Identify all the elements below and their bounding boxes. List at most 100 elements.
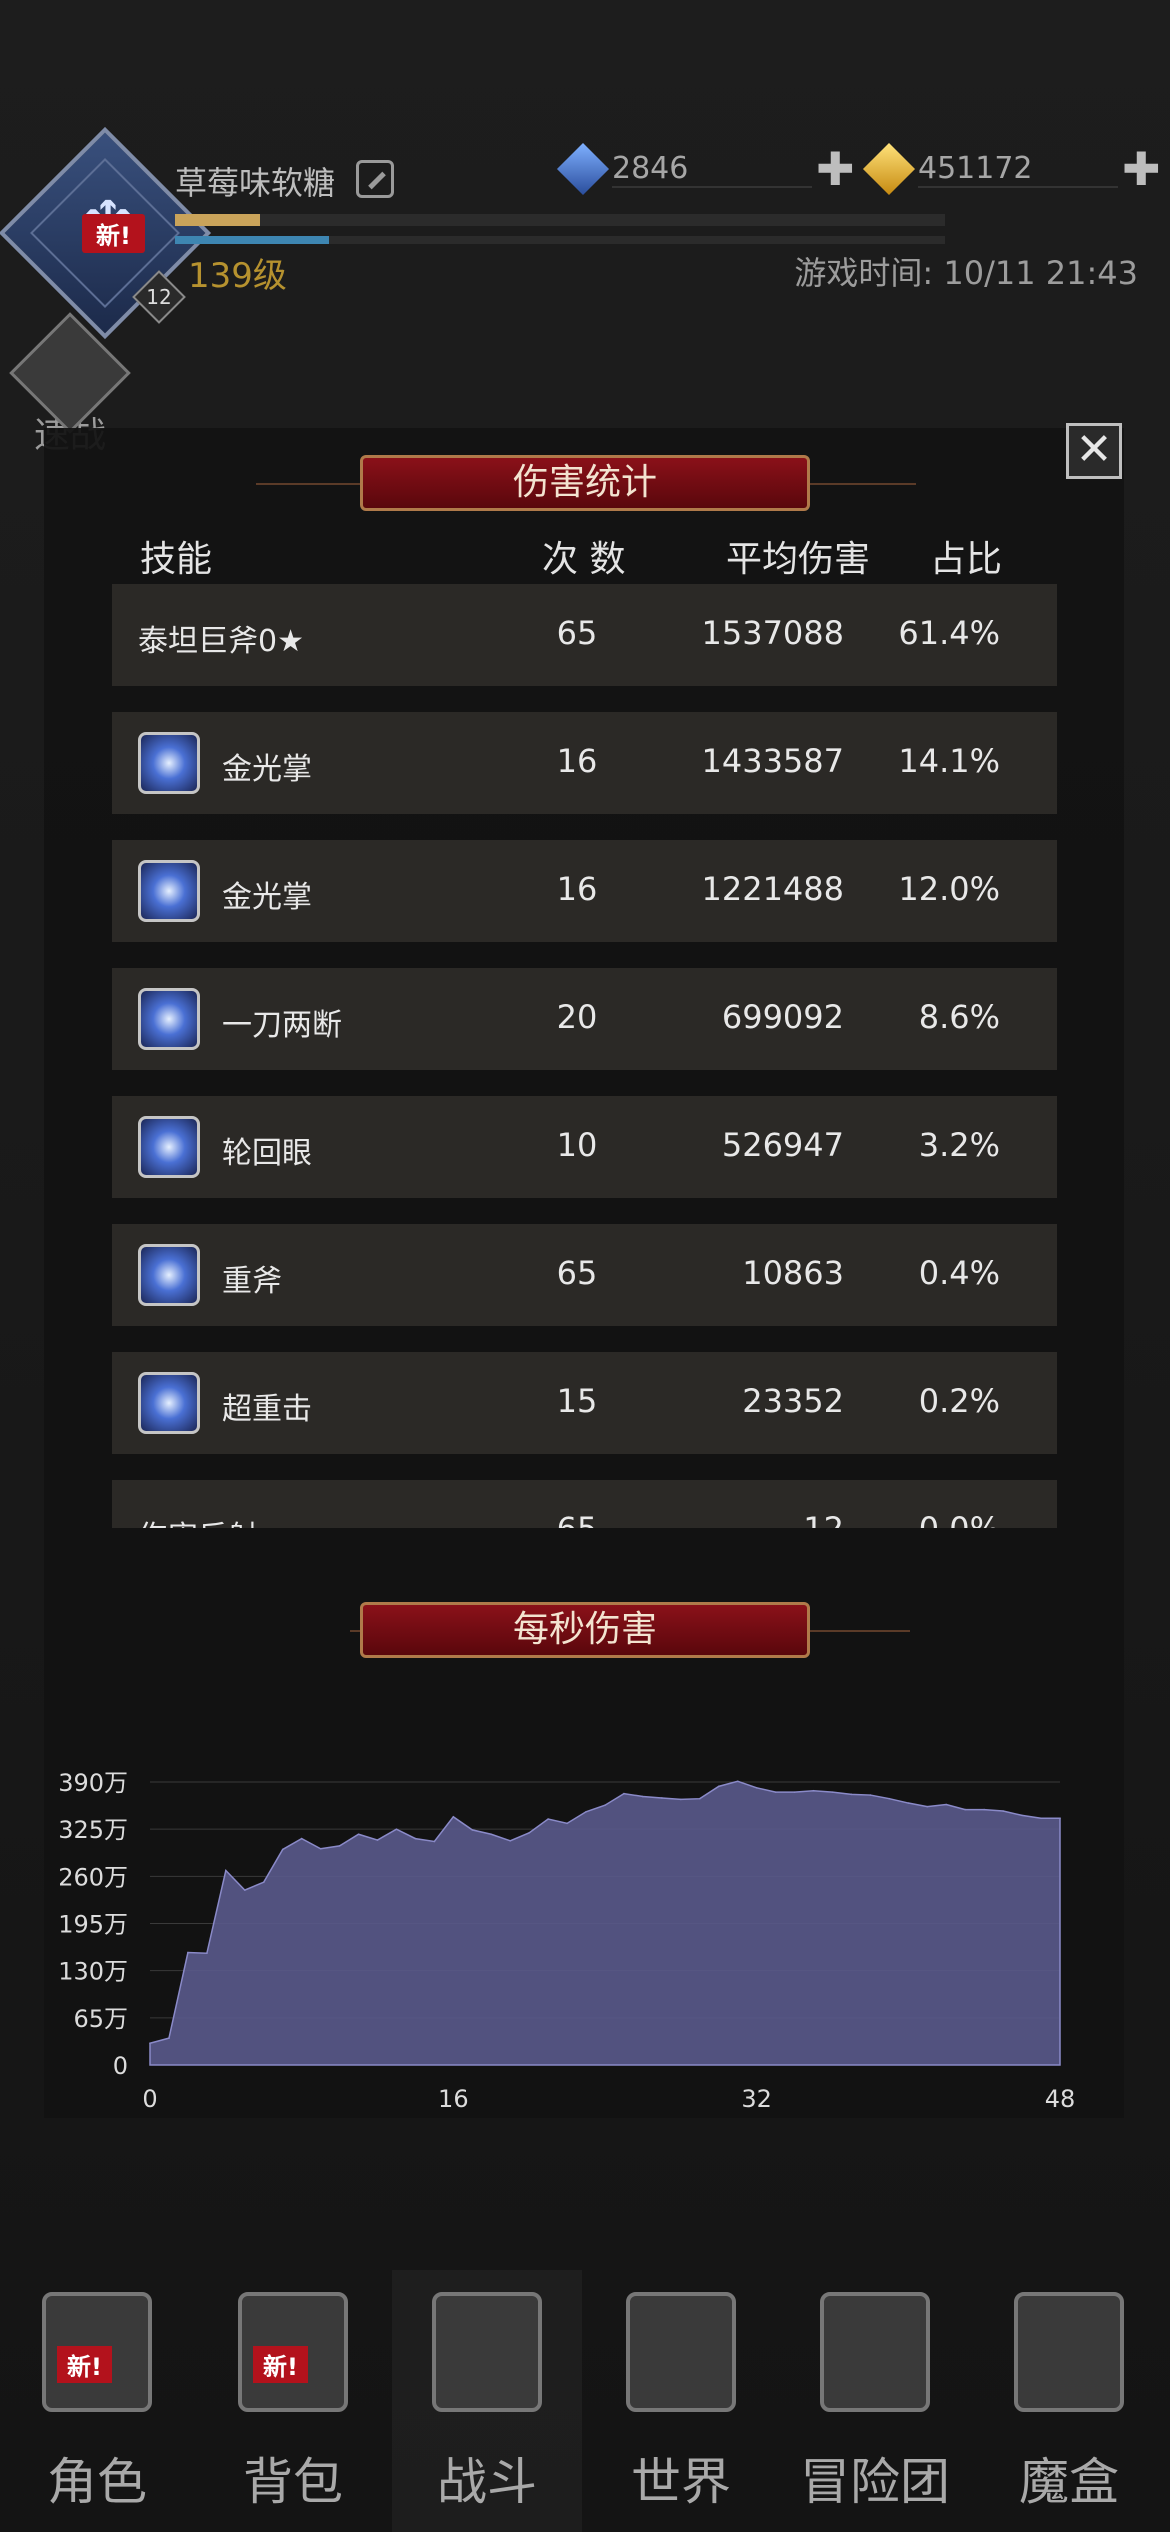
dps-data-point (509, 1839, 512, 1842)
skill-percent: 3.2% (918, 1126, 1000, 1164)
column-skill: 技能 (140, 539, 213, 580)
table-row: 金光掌 16 1221488 12.0% (112, 840, 1057, 942)
nav-backpack[interactable]: 新! 背包 (198, 2270, 388, 2532)
dps-data-point (907, 1802, 910, 1804)
dps-data-point (642, 1795, 644, 1798)
x-tick-label: 32 (741, 2085, 772, 2113)
palm-skill-icon (138, 732, 200, 794)
player-level: 139级 (188, 256, 287, 296)
dps-data-point (680, 1798, 682, 1801)
dps-data-point (831, 1791, 834, 1793)
nav-label: 冒险团 (800, 2453, 950, 2511)
skill-name: 金光掌 (222, 752, 312, 787)
skill-percent: 0.2% (918, 1382, 1000, 1420)
dps-data-point (300, 1837, 303, 1840)
table-row: 伤害反射 65 12 0.0% (112, 1480, 1057, 1528)
x-tick-label: 0 (142, 2085, 157, 2113)
dps-data-point (281, 1848, 284, 1851)
dps-data-point (262, 1881, 265, 1883)
game-time: 游戏时间: 10/11 21:43 (794, 254, 1138, 292)
nav-new-badge: 新! (57, 2346, 112, 2383)
dps-area-series (149, 1780, 1061, 2066)
dps-data-point (452, 1816, 455, 1818)
skill-name: 伤害反射 (138, 1512, 258, 1528)
dps-data-point (964, 1808, 967, 1811)
table-row: 重斧 65 10863 0.4% (112, 1224, 1057, 1326)
nav-adventure-team[interactable]: 冒险团 (780, 2270, 970, 2532)
eye-skill-icon (138, 1116, 200, 1178)
sword-shield-icon (432, 2292, 542, 2412)
skill-avg-damage: 23352 (742, 1382, 844, 1420)
player-name: 草莓味软糖 (175, 164, 336, 202)
table-row: 轮回眼 10 526947 3.2% (112, 1096, 1057, 1198)
skill-percent: 0.0% (872, 1510, 1000, 1528)
nav-new-badge: 新! (253, 2346, 308, 2383)
nav-battle[interactable]: 战斗 (392, 2270, 582, 2532)
mp-bar (175, 236, 945, 244)
x-tick-label: 48 (1045, 2085, 1076, 2113)
nav-world[interactable]: 世界 (586, 2270, 776, 2532)
dps-data-point (945, 1803, 948, 1806)
blue-gem-icon (556, 142, 610, 196)
edit-icon[interactable] (356, 160, 394, 198)
skill-percent: 8.6% (918, 998, 1000, 1036)
close-button[interactable]: ✕ (1066, 423, 1122, 479)
y-tick-label: 195万 (58, 1911, 128, 1939)
dps-data-point (812, 1789, 815, 1792)
skill-count: 20 (556, 998, 598, 1036)
dps-data-point (433, 1840, 436, 1843)
dps-data-point (850, 1793, 853, 1796)
blue-gem-amount: 2846 (612, 151, 812, 188)
skill-avg-damage: 1537088 (701, 614, 844, 652)
dps-data-point (376, 1839, 379, 1841)
skill-percent: 61.4% (898, 614, 1000, 652)
dps-data-point (206, 1952, 208, 1955)
dps-data-point (490, 1833, 493, 1836)
nav-label: 魔盒 (1019, 2453, 1119, 2511)
dps-data-point (698, 1797, 701, 1800)
map-scroll-icon (626, 2292, 736, 2412)
skill-name: 一刀两断 (222, 1008, 342, 1043)
gold-gem-icon (862, 142, 916, 196)
add-gold-gem-button[interactable]: ✚ (1122, 142, 1161, 196)
new-badge: 新! (82, 214, 145, 253)
y-tick-label: 65万 (73, 2005, 128, 2033)
damage-table[interactable]: 泰坦巨斧0★ 65 1537088 61.4% 金光掌 16 1433587 1… (112, 584, 1057, 1528)
dps-data-point (736, 1780, 739, 1783)
dps-data-point (395, 1828, 398, 1830)
dps-chart: 0 65万 130万 195万 260万 325万 390万 0 16 32 48 (0, 1740, 1170, 2120)
bottom-nav: 新! 角色 新! 背包 战斗 世界 冒险团 魔盒 (0, 2270, 1170, 2532)
damage-stats-title: 伤害统计 (360, 455, 810, 511)
nav-magic-box[interactable]: 魔盒 (974, 2270, 1164, 2532)
dps-data-point (547, 1818, 549, 1820)
dps-data-point (528, 1831, 530, 1834)
add-blue-gem-button[interactable]: ✚ (816, 142, 855, 196)
dps-data-point (661, 1797, 663, 1799)
dps-data-point (585, 1810, 587, 1813)
y-tick-label: 130万 (58, 1958, 128, 1986)
y-tick-label: 325万 (58, 1816, 128, 1844)
dps-data-point (471, 1829, 474, 1831)
castle-icon (820, 2292, 930, 2412)
dps-data-point (926, 1805, 929, 1808)
dps-chart-svg: 0 65万 130万 195万 260万 325万 390万 0 16 32 48 (58, 1769, 1076, 2113)
dps-data-point (793, 1791, 796, 1793)
skill-percent: 14.1% (898, 742, 1000, 780)
gold-gem-amount: 451172 (918, 151, 1118, 188)
skill-count: 16 (556, 870, 598, 908)
skill-avg-damage: 699092 (721, 998, 844, 1036)
y-tick-label: 390万 (58, 1769, 128, 1797)
y-tick-label: 260万 (58, 1863, 128, 1891)
nav-label: 背包 (243, 2453, 343, 2511)
dps-data-point (623, 1792, 625, 1795)
dps-data-point (225, 1869, 227, 1872)
exp-bar (175, 214, 945, 226)
skill-percent: 12.0% (898, 870, 1000, 908)
nav-label: 战斗 (437, 2453, 537, 2511)
nav-character[interactable]: 新! 角色 (2, 2270, 192, 2532)
dps-data-point (869, 1794, 872, 1796)
dps-chart-title: 每秒伤害 (360, 1602, 810, 1658)
skill-avg-damage: 1433587 (701, 742, 844, 780)
gold-gem-currency: 451172 ✚ (862, 142, 1161, 196)
palm-skill-icon (138, 860, 200, 922)
